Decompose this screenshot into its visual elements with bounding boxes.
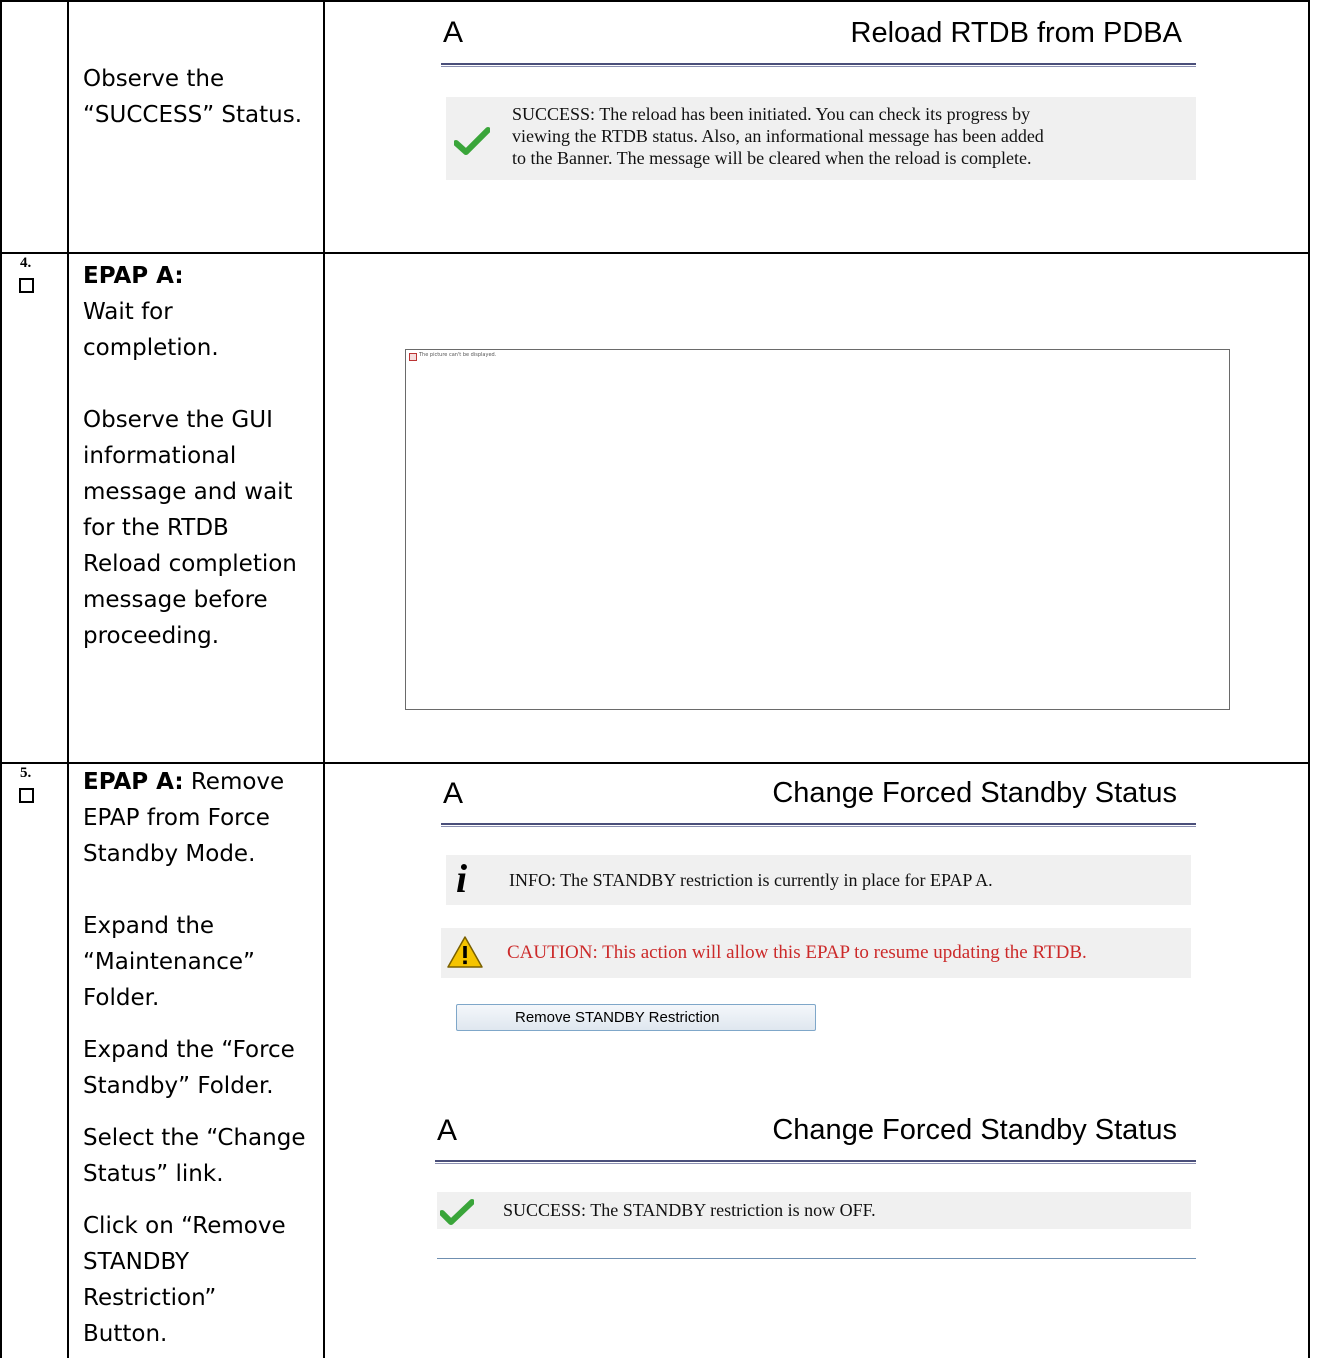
panel-title: Change Forced Standby Status: [772, 777, 1177, 809]
instruction-remove-standby: EPAP A: Remove EPAP from Force Standby M…: [83, 764, 318, 1352]
instruction-line: Observe the: [83, 66, 225, 92]
success-line: viewing the RTDB status. Also, an inform…: [512, 126, 1044, 146]
table-border-right: [1308, 0, 1310, 1358]
remove-standby-restriction-button[interactable]: Remove STANDBY Restriction: [456, 1004, 816, 1031]
instruction-line: “Maintenance”: [83, 949, 255, 975]
instruction-line: Standby” Folder.: [83, 1073, 274, 1099]
info-icon: i: [456, 856, 468, 901]
instruction-line: message before: [83, 587, 268, 613]
info-text: INFO: The STANDBY restriction is current…: [509, 870, 993, 890]
instruction-line: message and wait: [83, 479, 293, 505]
procedure-table: Observe the “SUCCESS” Status. A Reload R…: [0, 0, 1317, 1358]
instruction-line: “SUCCESS” Status.: [83, 102, 303, 128]
success-message-box: SUCCESS: The reload has been initiated. …: [446, 97, 1196, 180]
instruction-line: EPAP from Force: [83, 805, 270, 831]
instruction-line: informational: [83, 443, 237, 469]
caution-message-box: CAUTION: This action will allow this EPA…: [441, 928, 1191, 978]
panel-title: Change Forced Standby Status: [772, 1114, 1177, 1146]
checkmark-icon: [454, 127, 490, 155]
instruction-line: Reload completion: [83, 551, 297, 577]
warning-icon: [447, 936, 483, 968]
server-letter: A: [443, 16, 464, 49]
instruction-line: proceeding.: [83, 623, 220, 649]
checkmark-icon: [440, 1199, 474, 1225]
instruction-heading: EPAP A:: [83, 263, 184, 289]
success-text: SUCCESS: The reload has been initiated. …: [512, 103, 1202, 169]
success-text: SUCCESS: The STANDBY restriction is now …: [503, 1200, 876, 1220]
panel-bottom-divider: [437, 1258, 1196, 1259]
broken-image-icon: [409, 353, 417, 361]
instruction-line: Select the “Change: [83, 1125, 306, 1151]
broken-image-text: The picture can't be displayed.: [419, 352, 497, 358]
instruction-line: completion.: [83, 335, 219, 361]
instruction-line: Folder.: [83, 985, 160, 1011]
broken-image-placeholder: The picture can't be displayed.: [405, 349, 1230, 710]
server-letter: A: [443, 777, 464, 810]
step-number: 5.: [20, 765, 32, 781]
panel-title: Reload RTDB from PDBA: [850, 17, 1182, 49]
success-line: to the Banner. The message will be clear…: [512, 148, 1032, 168]
instruction-line: Expand the: [83, 913, 215, 939]
instruction-wait-completion: EPAP A: Wait for completion. Observe the…: [83, 258, 318, 654]
instruction-observe-success: Observe the “SUCCESS” Status.: [83, 61, 313, 133]
instruction-line: for the RTDB: [83, 515, 229, 541]
success-line: SUCCESS: The reload has been initiated. …: [512, 104, 1031, 124]
instruction-line: Observe the GUI: [83, 407, 273, 433]
title-underline: [441, 63, 1196, 67]
step-checkbox[interactable]: [19, 278, 34, 293]
title-underline: [435, 1160, 1196, 1164]
instruction-line: STANDBY: [83, 1249, 190, 1275]
instruction-line: Wait for: [83, 299, 173, 325]
instruction-line: Expand the “Force: [83, 1037, 295, 1063]
table-border-left: [0, 0, 2, 1358]
caution-text: CAUTION: This action will allow this EPA…: [507, 942, 1087, 963]
server-letter: A: [437, 1114, 458, 1147]
info-message-box: i INFO: The STANDBY restriction is curre…: [446, 855, 1191, 905]
instruction-line: Button.: [83, 1321, 168, 1347]
instruction-line: Status” link.: [83, 1161, 224, 1187]
step-checkbox[interactable]: [19, 788, 34, 803]
step-number: 4.: [20, 255, 32, 271]
instruction-line: Click on “Remove: [83, 1213, 286, 1239]
title-underline: [441, 823, 1196, 827]
instruction-heading-rest: Remove: [183, 769, 285, 795]
instruction-heading: EPAP A:: [83, 769, 184, 795]
table-row-divider-1: [0, 252, 1310, 254]
success-message-box: SUCCESS: The STANDBY restriction is now …: [437, 1192, 1191, 1229]
table-column-divider-1: [67, 0, 69, 1358]
table-column-divider-2: [323, 0, 325, 1358]
table-border-top: [0, 0, 1310, 2]
instruction-line: Standby Mode.: [83, 841, 256, 867]
instruction-line: Restriction”: [83, 1285, 217, 1311]
